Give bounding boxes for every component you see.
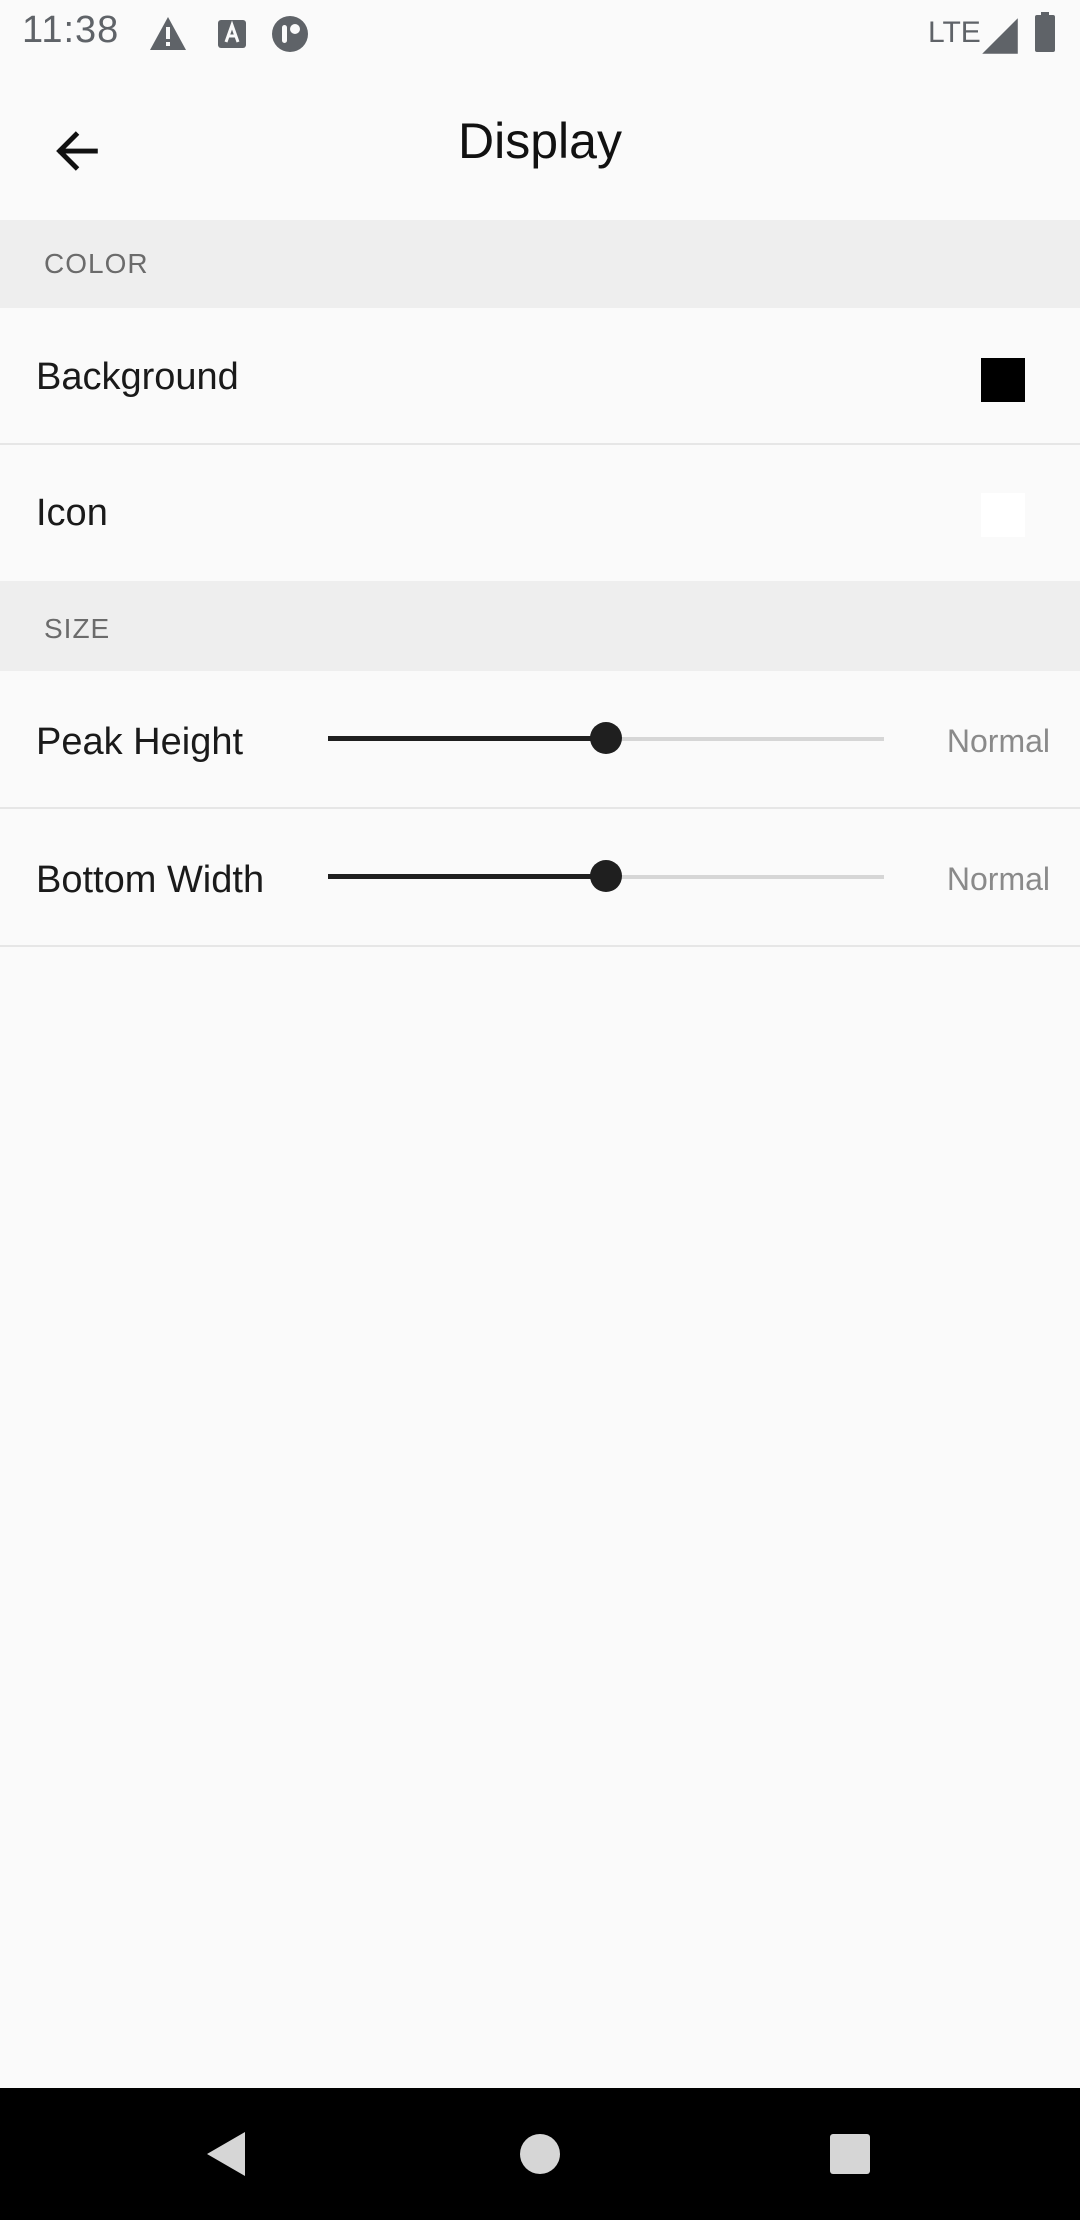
slider-thumb[interactable] <box>590 860 622 892</box>
nav-recents-button[interactable] <box>814 2118 886 2190</box>
peak-height-slider[interactable] <box>328 722 884 754</box>
bottom-width-slider[interactable] <box>328 860 884 892</box>
slider-value: Normal <box>946 723 1050 759</box>
row-label: Icon <box>36 492 108 534</box>
nav-home-button[interactable] <box>504 2118 576 2190</box>
page-title: Display <box>458 113 622 169</box>
signal-icon <box>982 18 1018 54</box>
network-type: LTE <box>928 16 981 49</box>
status-time: 11:38 <box>22 9 120 51</box>
slider-fill <box>328 736 606 741</box>
nav-recents-icon <box>830 2134 870 2174</box>
icon-color-row[interactable]: Icon <box>0 445 1080 581</box>
status-bar: 11:38 LTE <box>0 0 1080 66</box>
icon-color-swatch[interactable] <box>981 493 1025 537</box>
warning-icon <box>150 17 186 50</box>
section-header-color: COLOR <box>0 220 1080 308</box>
battery-icon <box>1035 12 1055 52</box>
peak-height-row: Peak Height Normal <box>0 671 1080 809</box>
background-color-swatch[interactable] <box>981 358 1025 402</box>
slider-fill <box>328 874 606 879</box>
nav-back-icon <box>207 2132 245 2176</box>
background-color-row[interactable]: Background <box>0 308 1080 445</box>
row-label: Background <box>36 356 239 398</box>
section-header-label: COLOR <box>44 248 149 279</box>
slider-value: Normal <box>946 861 1050 897</box>
section-header-label: SIZE <box>44 613 111 644</box>
text-a-icon <box>218 20 246 48</box>
bottom-width-row: Bottom Width Normal <box>0 809 1080 947</box>
nav-home-icon <box>520 2134 560 2174</box>
system-nav-bar <box>0 2088 1080 2220</box>
slider-thumb[interactable] <box>590 722 622 754</box>
row-label: Bottom Width <box>36 859 265 901</box>
nav-back-button[interactable] <box>190 2118 262 2190</box>
row-label: Peak Height <box>36 721 244 763</box>
app-bar: Display <box>0 66 1080 220</box>
section-header-size: SIZE <box>0 581 1080 671</box>
app-logo-icon <box>272 16 308 52</box>
